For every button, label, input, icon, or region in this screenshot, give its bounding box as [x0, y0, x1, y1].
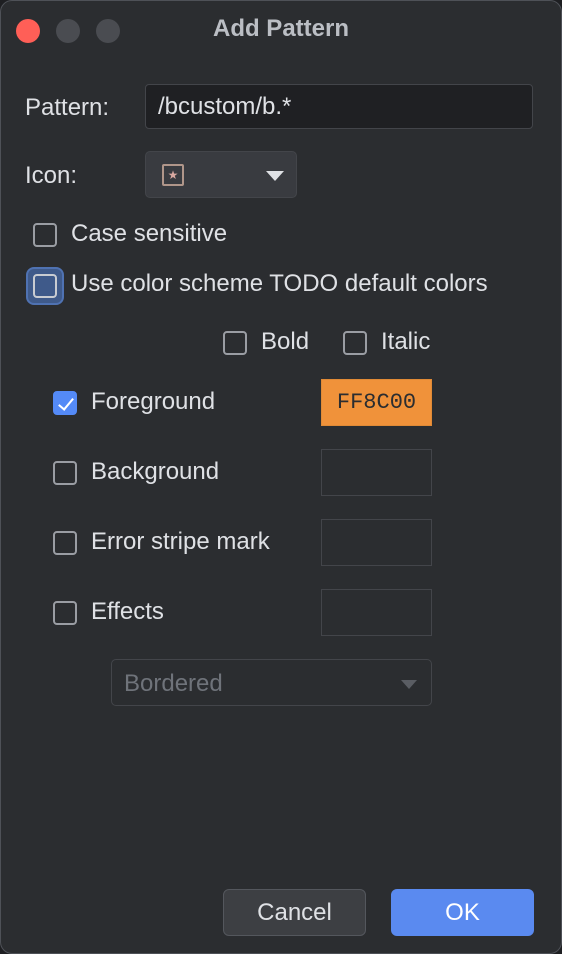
case-sensitive-label[interactable]: Case sensitive: [71, 220, 227, 248]
effects-color-swatch[interactable]: [321, 589, 432, 636]
foreground-label[interactable]: Foreground: [91, 388, 215, 416]
effects-checkbox[interactable]: [53, 601, 77, 625]
ok-button[interactable]: OK: [391, 889, 534, 936]
foreground-checkbox[interactable]: [53, 391, 77, 415]
dialog-title: Add Pattern: [212, 15, 349, 42]
italic-label[interactable]: Italic: [381, 328, 430, 356]
italic-checkbox[interactable]: [343, 331, 367, 355]
cancel-button[interactable]: Cancel: [223, 889, 366, 936]
case-sensitive-checkbox[interactable]: [33, 223, 57, 247]
error-stripe-checkbox[interactable]: [53, 531, 77, 555]
title-bar: Add Pattern: [1, 1, 561, 59]
pattern-label: Pattern:: [25, 94, 110, 121]
background-label[interactable]: Background: [91, 458, 219, 486]
use-scheme-colors-checkbox[interactable]: [33, 274, 57, 298]
bookmark-star-icon: ★: [162, 164, 184, 186]
chevron-down-icon: [266, 171, 284, 181]
foreground-color-swatch[interactable]: FF8C00: [321, 379, 432, 426]
chevron-down-icon: [401, 680, 417, 689]
icon-label: Icon:: [25, 162, 78, 189]
checkmark-icon: [58, 394, 74, 411]
effect-type-dropdown[interactable]: Bordered: [111, 659, 432, 706]
pattern-input[interactable]: [145, 84, 533, 129]
bold-checkbox[interactable]: [223, 331, 247, 355]
background-color-swatch[interactable]: [321, 449, 432, 496]
icon-dropdown[interactable]: ★: [145, 151, 297, 198]
effects-label[interactable]: Effects: [91, 598, 164, 626]
bold-label[interactable]: Bold: [261, 328, 309, 356]
effect-type-value: Bordered: [124, 670, 223, 697]
error-stripe-color-swatch[interactable]: [321, 519, 432, 566]
error-stripe-label[interactable]: Error stripe mark: [91, 528, 270, 556]
background-checkbox[interactable]: [53, 461, 77, 485]
use-scheme-colors-label[interactable]: Use color scheme TODO default colors: [71, 270, 488, 298]
add-pattern-dialog: Add Pattern Pattern: Icon: ★ Case sensit…: [0, 0, 562, 954]
